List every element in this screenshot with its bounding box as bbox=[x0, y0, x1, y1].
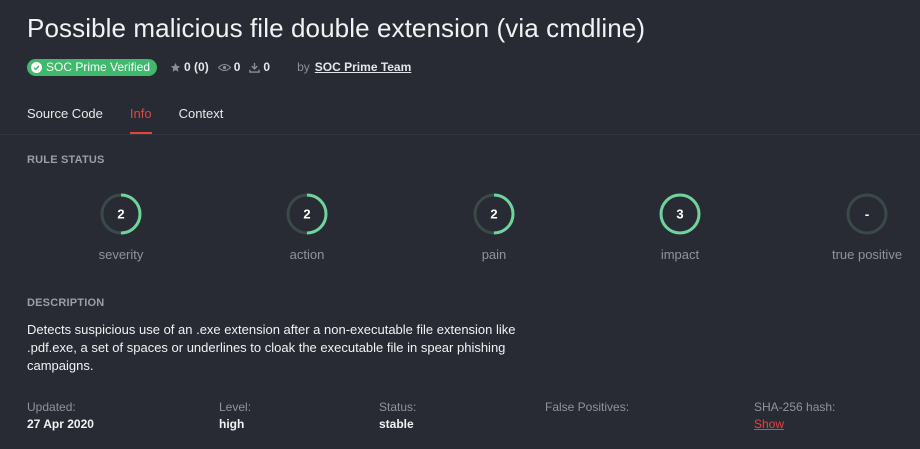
download-icon bbox=[249, 62, 261, 73]
gauge-ring: - bbox=[846, 193, 888, 235]
status-label: Status: bbox=[379, 400, 417, 414]
downloads-stat: 0 bbox=[249, 60, 270, 74]
description-text: Detects suspicious use of an .exe extens… bbox=[27, 322, 516, 373]
rule-title: Possible malicious file double extension… bbox=[27, 13, 646, 43]
description-heading: DESCRIPTION bbox=[27, 297, 105, 309]
rating-stat[interactable]: 0 (0) bbox=[170, 60, 209, 74]
gauge-ring: 3 bbox=[659, 193, 701, 235]
rule-meta-row: SOC Prime Verified 0 (0) 0 0 by SOC Prim… bbox=[27, 58, 411, 76]
check-circle-icon bbox=[31, 61, 42, 73]
level-value: high bbox=[219, 417, 245, 431]
views-stat: 0 bbox=[217, 60, 241, 74]
tab-bar: Source Code Info Context bbox=[27, 106, 250, 134]
updated-value: 27 Apr 2020 bbox=[27, 417, 94, 431]
rating-value: 0 (0) bbox=[184, 60, 209, 74]
gauge-value: 2 bbox=[303, 207, 310, 222]
level-label: Level: bbox=[219, 400, 252, 414]
eye-icon bbox=[217, 63, 231, 71]
tabs-divider bbox=[0, 134, 920, 135]
star-icon bbox=[170, 62, 181, 72]
gauge-true-positive: - true positive bbox=[807, 192, 920, 262]
by-label: by bbox=[297, 60, 310, 74]
sha256-label: SHA-256 hash: bbox=[754, 400, 836, 414]
gauge-ring: 2 bbox=[286, 193, 328, 235]
gauge-action: 2 action bbox=[247, 192, 367, 262]
updated-label: Updated: bbox=[27, 400, 76, 414]
rule-page: Possible malicious file double extension… bbox=[0, 0, 920, 449]
gauge-impact: 3 impact bbox=[620, 192, 740, 262]
gauge-value: 2 bbox=[117, 207, 124, 222]
gauge-severity: 2 severity bbox=[61, 192, 181, 262]
gauge-pain: 2 pain bbox=[434, 192, 554, 262]
gauge-label: pain bbox=[481, 247, 507, 262]
gauge-label: impact bbox=[660, 247, 700, 262]
gauge-value: 2 bbox=[490, 207, 497, 222]
gauge-ring: 2 bbox=[100, 193, 142, 235]
status-value: stable bbox=[379, 417, 414, 431]
info-updated: Updated: 27 Apr 2020 bbox=[27, 400, 94, 431]
gauge-value: - bbox=[865, 207, 869, 222]
rule-status-heading: RULE STATUS bbox=[27, 154, 105, 166]
gauge-label: action bbox=[289, 247, 325, 262]
false-positives-label: False Positives: bbox=[545, 400, 630, 414]
gauge-label: severity bbox=[98, 247, 144, 262]
author-link[interactable]: SOC Prime Team bbox=[315, 60, 411, 74]
verified-badge: SOC Prime Verified bbox=[27, 58, 158, 76]
views-count: 0 bbox=[233, 60, 241, 74]
gauge-ring: 2 bbox=[473, 193, 515, 235]
downloads-count: 0 bbox=[263, 60, 271, 74]
tab-context[interactable]: Context bbox=[179, 106, 224, 134]
tab-source-code[interactable]: Source Code bbox=[27, 106, 103, 134]
sha256-show-link[interactable]: Show bbox=[754, 417, 835, 431]
gauge-value: 3 bbox=[676, 207, 683, 222]
gauge-label: true positive bbox=[831, 247, 903, 262]
info-level: Level: high bbox=[219, 400, 251, 431]
verified-badge-label: SOC Prime Verified bbox=[46, 60, 151, 74]
info-status: Status: stable bbox=[379, 400, 416, 431]
tab-info[interactable]: Info bbox=[129, 106, 152, 134]
info-sha256: SHA-256 hash: Show bbox=[754, 400, 835, 431]
info-false-positives: False Positives: bbox=[545, 400, 629, 414]
